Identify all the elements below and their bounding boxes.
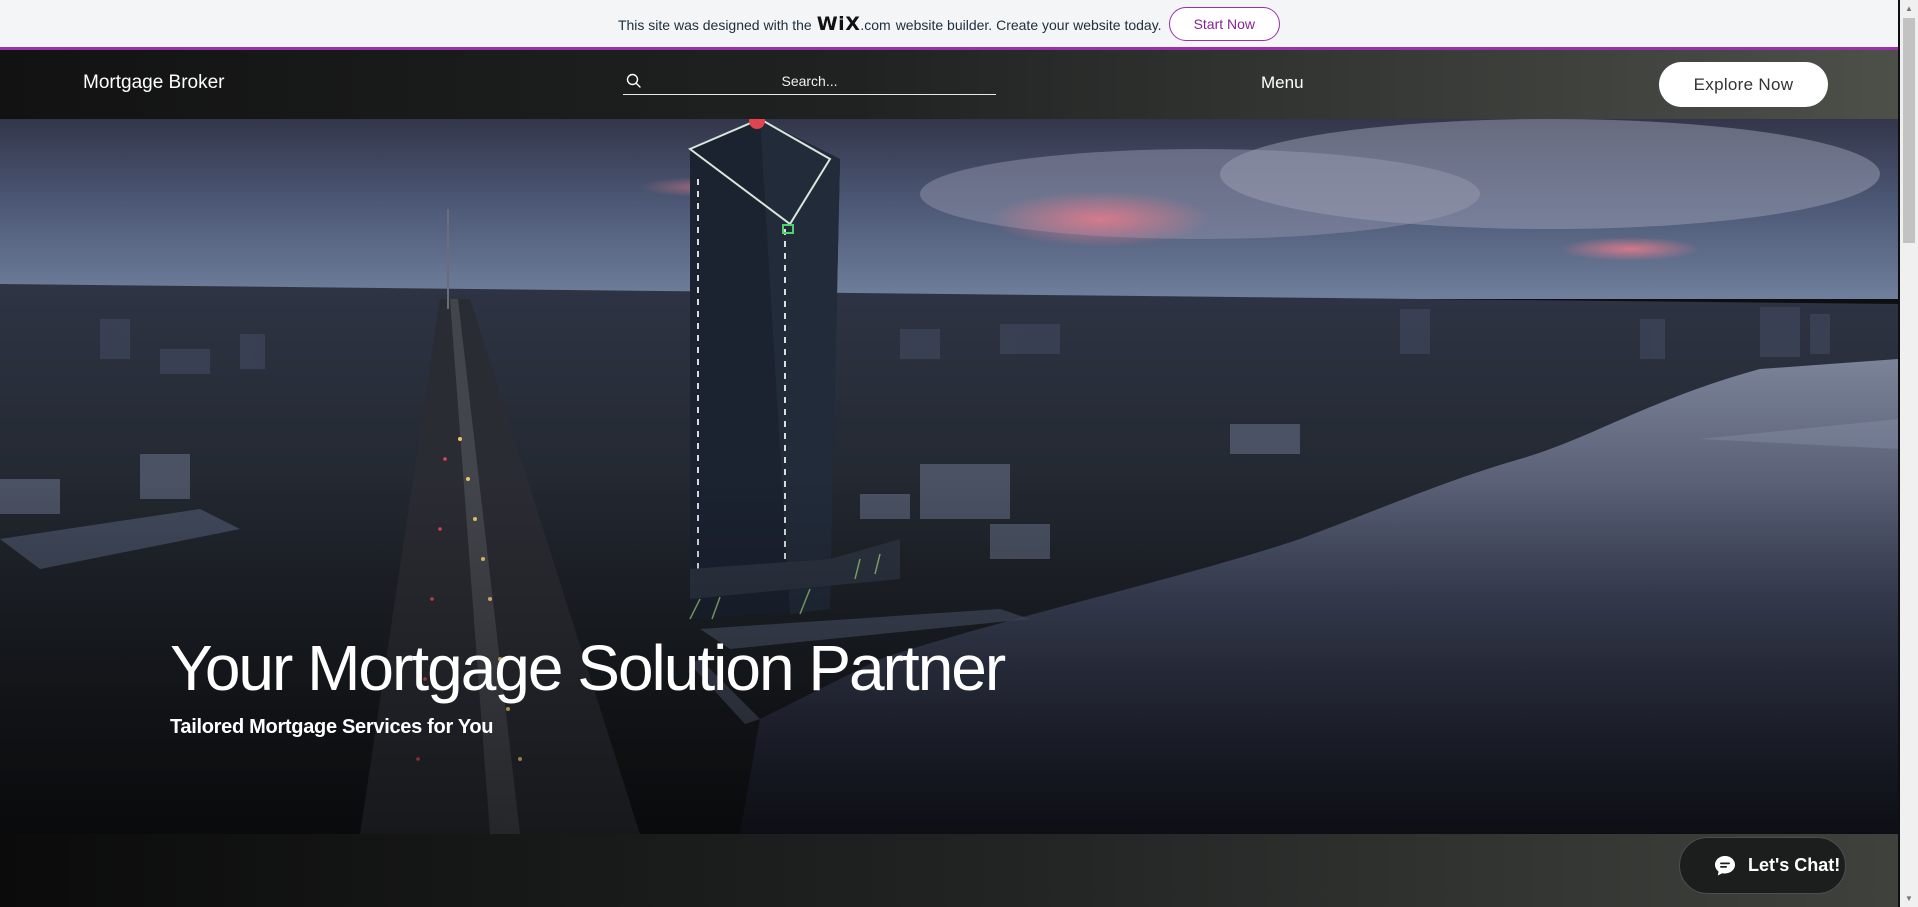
scroll-down-arrow-icon[interactable]: ▼	[1900, 890, 1918, 907]
search-bar	[623, 68, 996, 95]
menu-link[interactable]: Menu	[1261, 73, 1304, 93]
search-icon[interactable]	[625, 72, 643, 90]
promo-text-after: website builder. Create your website tod…	[895, 16, 1162, 33]
wix-promo-banner: This site was designed with the WiX .com …	[0, 0, 1898, 50]
explore-now-button[interactable]: Explore Now	[1659, 62, 1828, 107]
chat-label: Let's Chat!	[1748, 855, 1841, 875]
wix-logo: WiX	[816, 12, 861, 35]
site-brand[interactable]: Mortgage Broker	[83, 72, 225, 94]
vertical-scrollbar[interactable]: ▲ ▼	[1900, 0, 1918, 907]
next-section-strip	[0, 834, 1898, 907]
hero-section: Your Mortgage Solution Partner Tailored …	[0, 119, 1898, 834]
scroll-thumb[interactable]	[1903, 18, 1915, 243]
hero-title: Your Mortgage Solution Partner	[170, 632, 1006, 704]
hero-subtitle: Tailored Mortgage Services for You	[170, 716, 494, 738]
lets-chat-button[interactable]: Let's Chat!	[1679, 837, 1846, 894]
scroll-up-arrow-icon[interactable]: ▲	[1900, 0, 1918, 17]
site-header: Mortgage Broker Menu Explore Now	[0, 50, 1898, 119]
start-now-button[interactable]: Start Now	[1168, 6, 1281, 41]
wix-logo-tld: .com	[860, 16, 891, 33]
promo-text: This site was designed with the WiX .com …	[618, 13, 1162, 35]
chat-bubble-icon	[1715, 855, 1735, 875]
search-input[interactable]	[643, 73, 996, 89]
promo-text-before: This site was designed with the	[617, 16, 812, 33]
